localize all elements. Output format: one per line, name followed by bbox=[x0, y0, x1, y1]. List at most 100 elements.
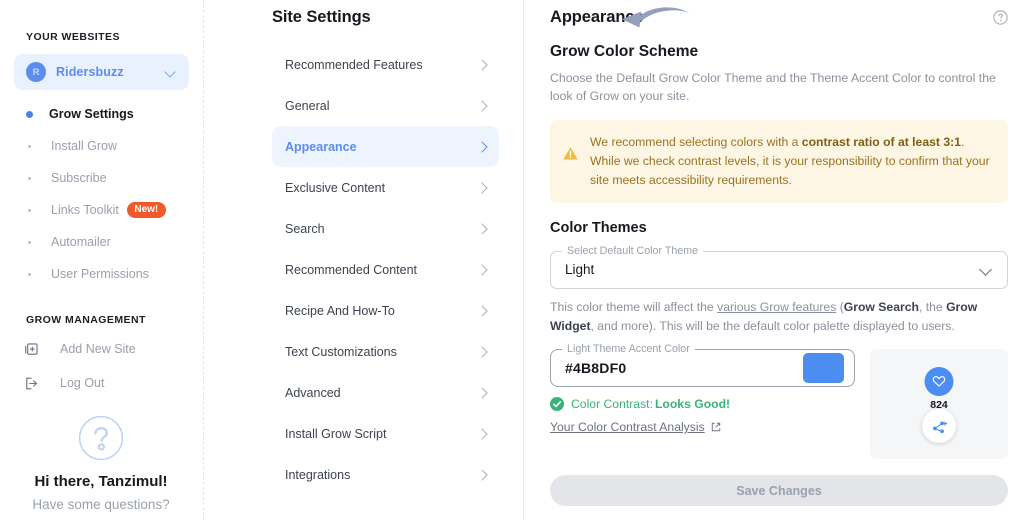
heart-icon bbox=[932, 376, 946, 388]
widget-preview: 824 bbox=[870, 349, 1008, 460]
settings-item-label: Recommended Content bbox=[285, 262, 418, 277]
settings-item-recommended-content[interactable]: Recommended Content bbox=[272, 249, 499, 290]
sidebar-item-automailer[interactable]: Automailer bbox=[0, 226, 203, 258]
settings-item-label: Integrations bbox=[285, 467, 351, 482]
settings-item-label: Search bbox=[285, 221, 325, 236]
contrast-analysis-label: Your Color Contrast Analysis bbox=[550, 420, 705, 435]
settings-item-label: Text Customizations bbox=[285, 344, 397, 359]
bullet-icon bbox=[28, 240, 31, 244]
settings-item-general[interactable]: General bbox=[272, 85, 499, 126]
contrast-analysis-link[interactable]: Your Color Contrast Analysis bbox=[550, 420, 855, 434]
chevron-down-icon bbox=[165, 66, 177, 78]
heart-button[interactable] bbox=[924, 367, 954, 397]
management-item-label: Add New Site bbox=[60, 342, 136, 356]
theme-select-value: Light bbox=[565, 262, 595, 278]
sidebar-item-log-out[interactable]: Log Out bbox=[0, 366, 203, 400]
warning-triangle-icon bbox=[563, 146, 578, 160]
sidebar-item-subscribe[interactable]: Subscribe bbox=[0, 162, 203, 194]
accessibility-warning: We recommend selecting colors with a con… bbox=[550, 119, 1008, 203]
settings-item-label: Appearance bbox=[285, 139, 357, 154]
site-settings-panel: Site Settings Recommended Features Gener… bbox=[248, 0, 524, 520]
left-sidebar: YOUR WEBSITES R Ridersbuzz Grow Settings… bbox=[0, 0, 204, 520]
sidebar-item-label: User Permissions bbox=[51, 267, 149, 281]
help-greeting: Hi there, Tanzimul! bbox=[34, 473, 168, 490]
sidebar-item-label: Subscribe bbox=[51, 171, 107, 185]
accent-color-legend: Light Theme Accent Color bbox=[562, 343, 695, 356]
bullet-icon bbox=[28, 144, 31, 148]
site-selector[interactable]: R Ridersbuzz bbox=[14, 54, 189, 90]
main-content: Appearance Grow Color Scheme Choose the … bbox=[524, 0, 1024, 520]
chevron-right-icon bbox=[477, 265, 487, 275]
chevron-right-icon bbox=[477, 388, 487, 398]
help-icon[interactable] bbox=[993, 10, 1008, 25]
settings-title: Site Settings bbox=[272, 8, 371, 26]
contrast-label: Color Contrast: bbox=[571, 397, 653, 412]
settings-item-label: Recipe And How-To bbox=[285, 303, 395, 318]
management-nav: Add New Site Log Out bbox=[0, 332, 203, 400]
sidebar-nav: Grow Settings Install Grow Subscribe Lin… bbox=[0, 98, 203, 290]
color-themes-heading: Color Themes bbox=[550, 219, 647, 236]
settings-item-text-customizations[interactable]: Text Customizations bbox=[272, 331, 499, 372]
settings-item-install-grow-script[interactable]: Install Grow Script bbox=[272, 413, 499, 454]
contrast-status-value: Looks Good! bbox=[654, 397, 731, 412]
various-grow-features-link[interactable]: various Grow features bbox=[717, 300, 836, 314]
bullet-active-icon bbox=[26, 110, 33, 118]
sidebar-item-add-new-site[interactable]: Add New Site bbox=[0, 332, 203, 366]
new-badge: New! bbox=[126, 202, 166, 218]
settings-item-integrations[interactable]: Integrations bbox=[272, 454, 499, 495]
theme-help-part1: This color theme will affect the bbox=[550, 299, 718, 314]
sidebar-item-user-permissions[interactable]: User Permissions bbox=[0, 258, 203, 290]
chevron-right-icon bbox=[477, 60, 487, 70]
settings-item-appearance[interactable]: Appearance bbox=[272, 126, 499, 167]
sidebar-item-label: Automailer bbox=[51, 235, 111, 249]
theme-select[interactable]: Select Default Color Theme Light bbox=[550, 244, 1008, 289]
settings-item-label: Recommended Features bbox=[285, 57, 423, 72]
theme-help-text: This color theme will affect the various… bbox=[550, 298, 1002, 336]
sidebar-item-links-toolkit[interactable]: Links Toolkit New! bbox=[0, 194, 203, 226]
settings-item-search[interactable]: Search bbox=[272, 208, 499, 249]
help-widget[interactable]: Hi there, Tanzimul! Have some questions? bbox=[0, 415, 202, 512]
sidebar-item-label: Install Grow bbox=[51, 139, 117, 153]
chevron-right-icon bbox=[477, 142, 487, 152]
external-link-icon bbox=[711, 423, 720, 432]
app-root: YOUR WEBSITES R Ridersbuzz Grow Settings… bbox=[0, 0, 1024, 520]
accent-color-area: Light Theme Accent Color #4B8DF0 Color C… bbox=[550, 343, 1008, 460]
contrast-status: Color Contrast: Looks Good! bbox=[550, 397, 855, 412]
accent-color-value: #4B8DF0 bbox=[565, 360, 627, 377]
chevron-right-icon bbox=[477, 224, 487, 234]
settings-item-label: Advanced bbox=[285, 385, 341, 400]
settings-item-exclusive-content[interactable]: Exclusive Content bbox=[272, 167, 499, 208]
theme-help-part3: , the bbox=[918, 299, 947, 314]
site-avatar: R bbox=[26, 62, 46, 82]
sidebar-item-label: Links Toolkit bbox=[51, 203, 119, 217]
color-swatch[interactable] bbox=[803, 353, 844, 384]
share-button[interactable] bbox=[922, 409, 956, 444]
chevron-right-icon bbox=[477, 101, 487, 111]
bullet-icon bbox=[28, 176, 31, 180]
bullet-icon bbox=[28, 272, 31, 276]
check-circle-icon bbox=[550, 397, 564, 412]
warning-text-part1: We recommend selecting colors with a bbox=[590, 134, 802, 149]
accent-color-input[interactable]: Light Theme Accent Color #4B8DF0 bbox=[550, 343, 855, 388]
accent-color-column: Light Theme Accent Color #4B8DF0 Color C… bbox=[550, 343, 855, 434]
page-title: Appearance bbox=[550, 8, 644, 26]
settings-item-recommended-features[interactable]: Recommended Features bbox=[272, 44, 499, 85]
bullet-icon bbox=[28, 208, 31, 212]
theme-help-part4: , and more). This will be the default co… bbox=[590, 318, 955, 333]
settings-item-recipe-and-how-to[interactable]: Recipe And How-To bbox=[272, 290, 499, 331]
sidebar-item-grow-settings[interactable]: Grow Settings bbox=[0, 98, 203, 130]
theme-help-bold1: Grow Search bbox=[843, 299, 919, 314]
sidebar-item-install-grow[interactable]: Install Grow bbox=[0, 130, 203, 162]
sidebar-gutter bbox=[204, 0, 248, 520]
warning-text-bold: contrast ratio of at least 3:1 bbox=[801, 134, 961, 149]
section-description: Choose the Default Grow Color Theme and … bbox=[550, 71, 996, 104]
save-changes-button[interactable]: Save Changes bbox=[550, 475, 1008, 507]
settings-item-advanced[interactable]: Advanced bbox=[272, 372, 499, 413]
settings-item-label: General bbox=[285, 98, 330, 113]
sidebar-item-label: Grow Settings bbox=[49, 107, 134, 121]
main-header: Appearance bbox=[550, 0, 1008, 27]
theme-help-part2: ( bbox=[836, 299, 844, 314]
site-name: Ridersbuzz bbox=[56, 65, 124, 79]
theme-select-legend: Select Default Color Theme bbox=[562, 244, 704, 257]
management-item-label: Log Out bbox=[60, 376, 105, 390]
